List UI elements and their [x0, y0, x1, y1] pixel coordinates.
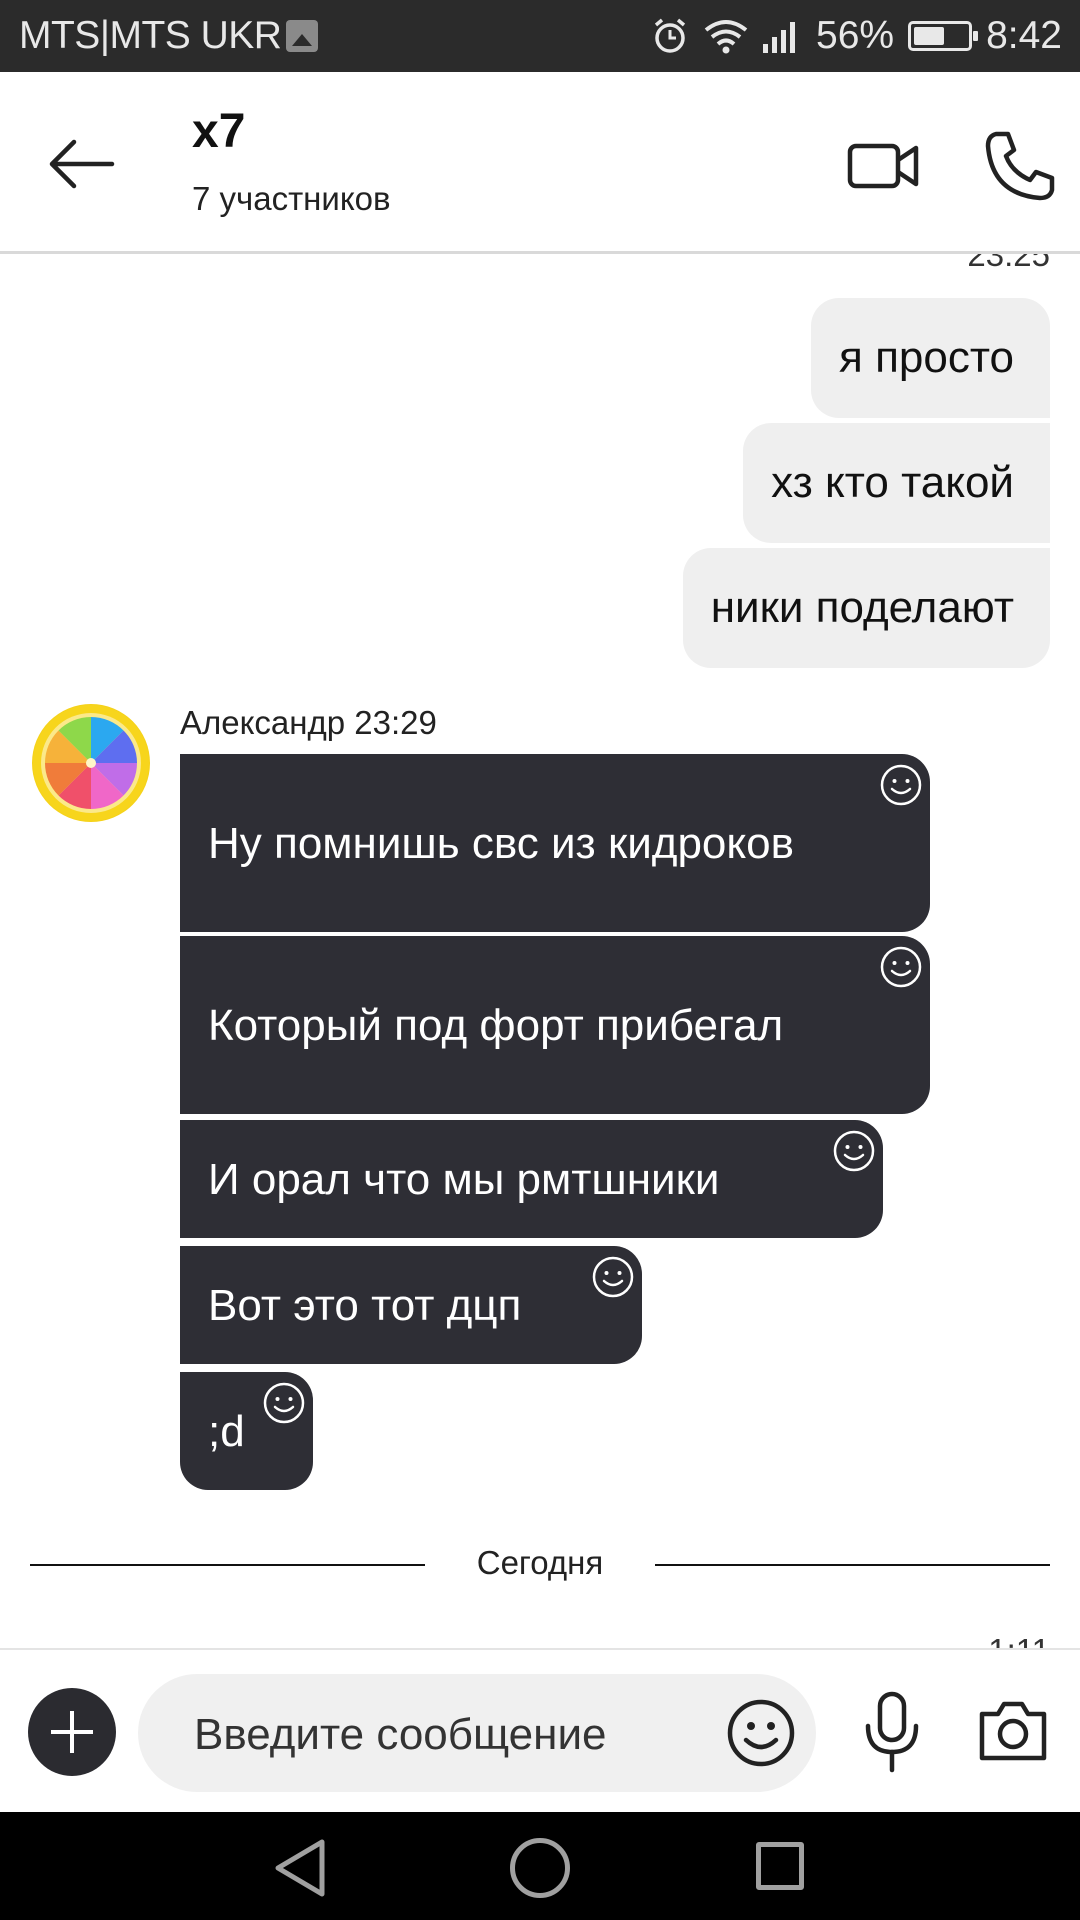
nav-recents-icon[interactable]: [756, 1842, 804, 1890]
reaction-smile-icon[interactable]: [590, 1254, 636, 1300]
message-timestamp: 23:25: [967, 254, 1050, 273]
reaction-smile-icon[interactable]: [831, 1128, 877, 1174]
incoming-message[interactable]: Который под форт прибегал: [180, 936, 930, 1114]
chat-header: x7 7 участников: [0, 72, 1080, 254]
sender-name-time: Александр 23:29: [180, 704, 437, 741]
reaction-smile-icon[interactable]: [878, 762, 924, 808]
message-text: Который под форт прибегал: [208, 1000, 784, 1050]
battery-percent: 56%: [816, 14, 895, 57]
status-bar: MTS|MTS UKR 56% 8:42: [0, 0, 1080, 72]
message-text: хз кто такой: [771, 458, 1014, 507]
image-icon: [286, 20, 318, 52]
divider-line: [655, 1564, 1050, 1566]
message-input-placeholder: Введите сообщение: [194, 1710, 607, 1759]
outgoing-message[interactable]: хз кто такой: [743, 423, 1050, 543]
message-input[interactable]: Введите сообщение: [138, 1674, 816, 1792]
plus-icon[interactable]: [28, 1688, 116, 1776]
phone-icon[interactable]: [982, 128, 1058, 204]
microphone-icon[interactable]: [854, 1690, 930, 1774]
reaction-smile-icon[interactable]: [261, 1380, 307, 1426]
nav-back-icon[interactable]: [272, 1838, 328, 1898]
message-text: ники поделают: [710, 583, 1014, 632]
message-text: я просто: [839, 333, 1014, 382]
reaction-smile-icon[interactable]: [878, 944, 924, 990]
nav-home-icon[interactable]: [510, 1838, 570, 1898]
outgoing-message[interactable]: ники поделают: [682, 548, 1050, 668]
carrier-name: MTS|MTS UKR: [19, 14, 282, 57]
message-timestamp: 1:11: [988, 1632, 1050, 1648]
incoming-message[interactable]: Вот это тот дцп: [180, 1246, 642, 1364]
wifi-icon: [704, 20, 748, 54]
message-composer: Введите сообщение: [0, 1648, 1080, 1812]
incoming-message[interactable]: Ну помнишь свс из кидроков: [180, 754, 930, 932]
message-list[interactable]: 23:25 я просто хз кто такой ники поделаю…: [0, 254, 1080, 1648]
message-text: ;d: [208, 1406, 245, 1456]
status-time: 8:42: [986, 14, 1062, 57]
emoji-icon[interactable]: [724, 1696, 798, 1770]
date-divider-label: Сегодня: [476, 1544, 604, 1581]
alarm-icon: [654, 18, 686, 53]
system-nav-bar: [0, 1812, 1080, 1920]
participants-count[interactable]: 7 участников: [192, 180, 391, 218]
incoming-message[interactable]: И орал что мы рмтшники: [180, 1120, 883, 1238]
back-arrow-icon[interactable]: [44, 126, 120, 202]
status-icons: 56% 8:42: [650, 12, 1062, 60]
battery-icon: [908, 21, 979, 51]
outgoing-message[interactable]: я просто: [811, 298, 1050, 418]
incoming-message[interactable]: ;d: [180, 1372, 313, 1490]
message-text: Ну помнишь свс из кидроков: [208, 818, 794, 868]
camera-icon[interactable]: [976, 1694, 1050, 1768]
signal-icon: [763, 22, 796, 53]
message-text: И орал что мы рмтшники: [208, 1154, 720, 1204]
message-text: Вот это тот дцп: [208, 1280, 522, 1330]
avatar[interactable]: [32, 704, 150, 822]
video-camera-icon[interactable]: [846, 128, 922, 204]
date-divider: Сегодня: [30, 1544, 1050, 1584]
chat-title[interactable]: x7: [192, 104, 245, 159]
